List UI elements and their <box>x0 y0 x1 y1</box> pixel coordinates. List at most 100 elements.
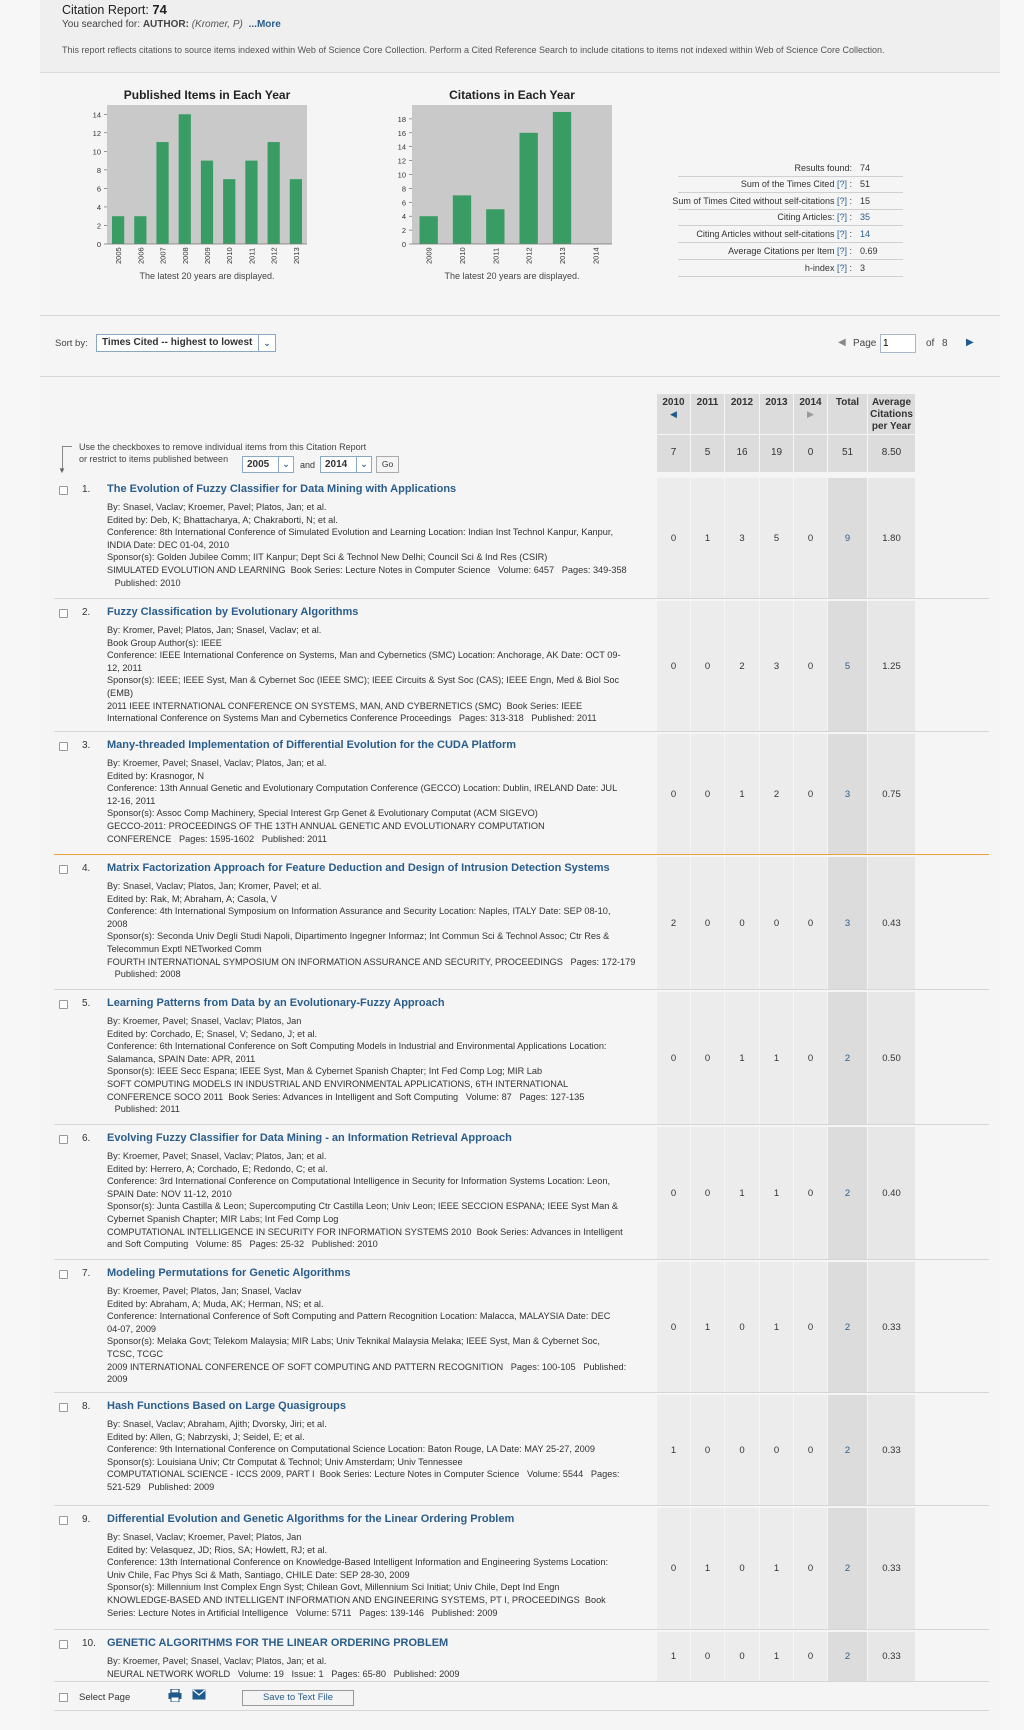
help-link[interactable]: [?] <box>837 229 847 239</box>
col-total-cell[interactable]: 2 <box>827 1395 867 1505</box>
stat-label-text: Sum of the Times Cited <box>740 179 835 189</box>
col-total-cell[interactable]: 2 <box>827 1632 867 1681</box>
table-row: 6. Evolving Fuzzy Classifier for Data Min… <box>54 1127 989 1260</box>
record-checkbox[interactable] <box>59 1403 68 1412</box>
stat-row: Average Citations per Item [?] : 0.69 <box>678 243 903 260</box>
footer-bar: Select Page Save to Text File <box>54 1683 989 1713</box>
help-link[interactable]: [?] <box>837 196 847 206</box>
year-to-select[interactable]: 2014 ⌄ <box>320 456 372 473</box>
record-meta-line: 04-07, 2009 <box>107 1323 157 1334</box>
record-checkbox[interactable] <box>59 1135 68 1144</box>
col-total-cell[interactable]: 3 <box>827 857 867 989</box>
print-icon[interactable] <box>168 1688 182 1703</box>
col-2014-cell: 0 <box>793 857 827 989</box>
record-title-link[interactable]: Evolving Fuzzy Classifier for Data Minin… <box>107 1132 512 1144</box>
record-title-link[interactable]: Learning Patterns from Data by an Evolut… <box>107 997 445 1009</box>
select-page-checkbox[interactable] <box>59 1693 68 1702</box>
col-2012-cell: 0 <box>724 1508 759 1629</box>
year-next-icon[interactable]: ▶ <box>794 409 827 420</box>
record-meta-line: COMPUTATIONAL INTELLIGENCE IN SECURITY F… <box>107 1226 623 1237</box>
col-2012-cell: 1 <box>724 1127 759 1259</box>
page-input[interactable] <box>880 334 916 353</box>
col-2014-header: 2014 ▶ <box>793 394 827 434</box>
col-2012-cell: 2 <box>724 601 759 731</box>
record-checkbox[interactable] <box>59 486 68 495</box>
col-2011-label: 2011 <box>696 397 719 408</box>
more-link[interactable]: ...More <box>249 19 281 30</box>
stat-label: Sum of the Times Cited [?] : <box>740 179 852 189</box>
record-checkbox[interactable] <box>59 1270 68 1279</box>
record-number: 4. <box>82 863 91 874</box>
email-icon[interactable] <box>192 1689 206 1702</box>
record-meta-line: By: Snasel, Vaclav; Kroemer, Pavel; Plat… <box>107 502 327 512</box>
col-2010-cell: 0 <box>656 478 690 598</box>
record-meta-line: Conference: 8th International Conference… <box>107 527 613 538</box>
record-title-link[interactable]: Many-threaded Implementation of Differen… <box>107 739 516 751</box>
record-meta-line: Sponsor(s): IEEE; IEEE Syst, Man & Cyber… <box>107 675 620 686</box>
stat-value[interactable]: 14 <box>860 229 870 239</box>
chevron-down-icon: ⌄ <box>356 457 371 472</box>
col-2011-cell: 0 <box>690 992 724 1124</box>
record-meta-line: Edited by: Corchado, E; Snasel, V; Sedan… <box>107 1028 318 1039</box>
record-meta-line: 2011 IEEE INTERNATIONAL CONFERENCE ON SY… <box>107 700 583 711</box>
record-checkbox[interactable] <box>59 1640 68 1649</box>
col-total-cell[interactable]: 5 <box>827 601 867 731</box>
year-prev-icon[interactable]: ◀ <box>657 409 690 420</box>
record-checkbox[interactable] <box>59 865 68 874</box>
prev-page-icon[interactable]: ◀ <box>838 337 846 348</box>
help-link[interactable]: [?] <box>837 179 847 189</box>
col-2010-cell: 0 <box>656 1262 690 1392</box>
col-total-cell[interactable]: 3 <box>827 734 867 854</box>
sort-label: Sort by: <box>55 338 88 349</box>
col-2012-total: 16 <box>724 435 759 472</box>
help-link[interactable]: [?] <box>837 263 847 273</box>
record-title-link[interactable]: The Evolution of Fuzzy Classifier for Da… <box>107 483 456 495</box>
and-label: and <box>300 460 316 470</box>
record-title-link[interactable]: Matrix Factorization Approach for Featur… <box>107 862 610 874</box>
col-2013-label: 2013 <box>765 397 788 408</box>
record-checkbox[interactable] <box>59 1516 68 1525</box>
year-from-select[interactable]: 2005 ⌄ <box>242 456 294 473</box>
record-checkbox[interactable] <box>59 1000 68 1009</box>
col-total-cell[interactable]: 2 <box>827 992 867 1124</box>
col-total-cell[interactable]: 2 <box>827 1127 867 1259</box>
stat-row: h-index [?] : 3 <box>678 260 903 277</box>
chart2-bar <box>486 209 505 244</box>
col-total-cell[interactable]: 9 <box>827 478 867 598</box>
stat-value[interactable]: 35 <box>860 212 870 222</box>
record-meta-line: Edited by: Herrero, A; Corchado, E; Redo… <box>107 1163 328 1174</box>
stat-label: Average Citations per Item [?] : <box>728 246 852 256</box>
col-total-cell[interactable]: 2 <box>827 1262 867 1392</box>
col-2012-cell: 0 <box>724 1262 759 1392</box>
col-2012-cell: 0 <box>724 857 759 989</box>
record-meta-line: 521-529 Published: 2009 <box>107 1481 215 1492</box>
save-to-text-button[interactable]: Save to Text File <box>242 1690 354 1706</box>
record-checkbox[interactable] <box>59 609 68 618</box>
record-meta-line: By: Kroemer, Pavel; Platos, Jan; Snasel,… <box>107 1286 302 1296</box>
record-meta-line: 2009 <box>107 1374 128 1385</box>
next-page-icon[interactable]: ▶ <box>966 337 974 348</box>
stat-value: 3 <box>860 263 866 273</box>
chart2-xtick-label: 2009 <box>425 247 434 264</box>
sort-select[interactable]: Times Cited -- highest to lowest ⌄ <box>96 334 276 352</box>
record-meta-line: By: Snasel, Vaclav; Kroemer, Pavel; Plat… <box>107 1532 302 1542</box>
table-row: 10. GENETIC ALGORITHMS FOR THE LINEAR ORD… <box>54 1632 989 1682</box>
stat-label-text: h-index <box>804 263 835 273</box>
help-link[interactable]: [?] <box>837 212 847 222</box>
record-title-link[interactable]: GENETIC ALGORITHMS FOR THE LINEAR ORDERI… <box>107 1637 448 1649</box>
help-link[interactable]: [?] <box>837 246 847 256</box>
record-title-link[interactable]: Differential Evolution and Genetic Algor… <box>107 1513 514 1525</box>
record-checkbox[interactable] <box>59 742 68 751</box>
record-meta-line: By: Kroemer, Pavel; Snasel, Vaclav; Plat… <box>107 1656 327 1666</box>
record-meta: By: Kroemer, Pavel; Snasel, Vaclav; Plat… <box>107 1015 697 1116</box>
col-2010-cell: 0 <box>656 1127 690 1259</box>
record-meta-line: INDIA Date: DEC 01-04, 2010 <box>107 539 230 550</box>
record-title-link[interactable]: Modeling Permutations for Genetic Algori… <box>107 1267 350 1279</box>
go-button[interactable]: Go <box>376 456 399 473</box>
record-title-link[interactable]: Fuzzy Classification by Evolutionary Alg… <box>107 606 358 618</box>
record-meta-line: KNOWLEDGE-BASED AND INTELLIGENT INFORMAT… <box>107 1594 606 1605</box>
col-2010-total: 7 <box>656 435 690 472</box>
col-total-cell[interactable]: 2 <box>827 1508 867 1629</box>
record-title-link[interactable]: Hash Functions Based on Large Quasigroup… <box>107 1400 346 1412</box>
table-row: 2. Fuzzy Classification by Evolutionary A… <box>54 601 989 732</box>
